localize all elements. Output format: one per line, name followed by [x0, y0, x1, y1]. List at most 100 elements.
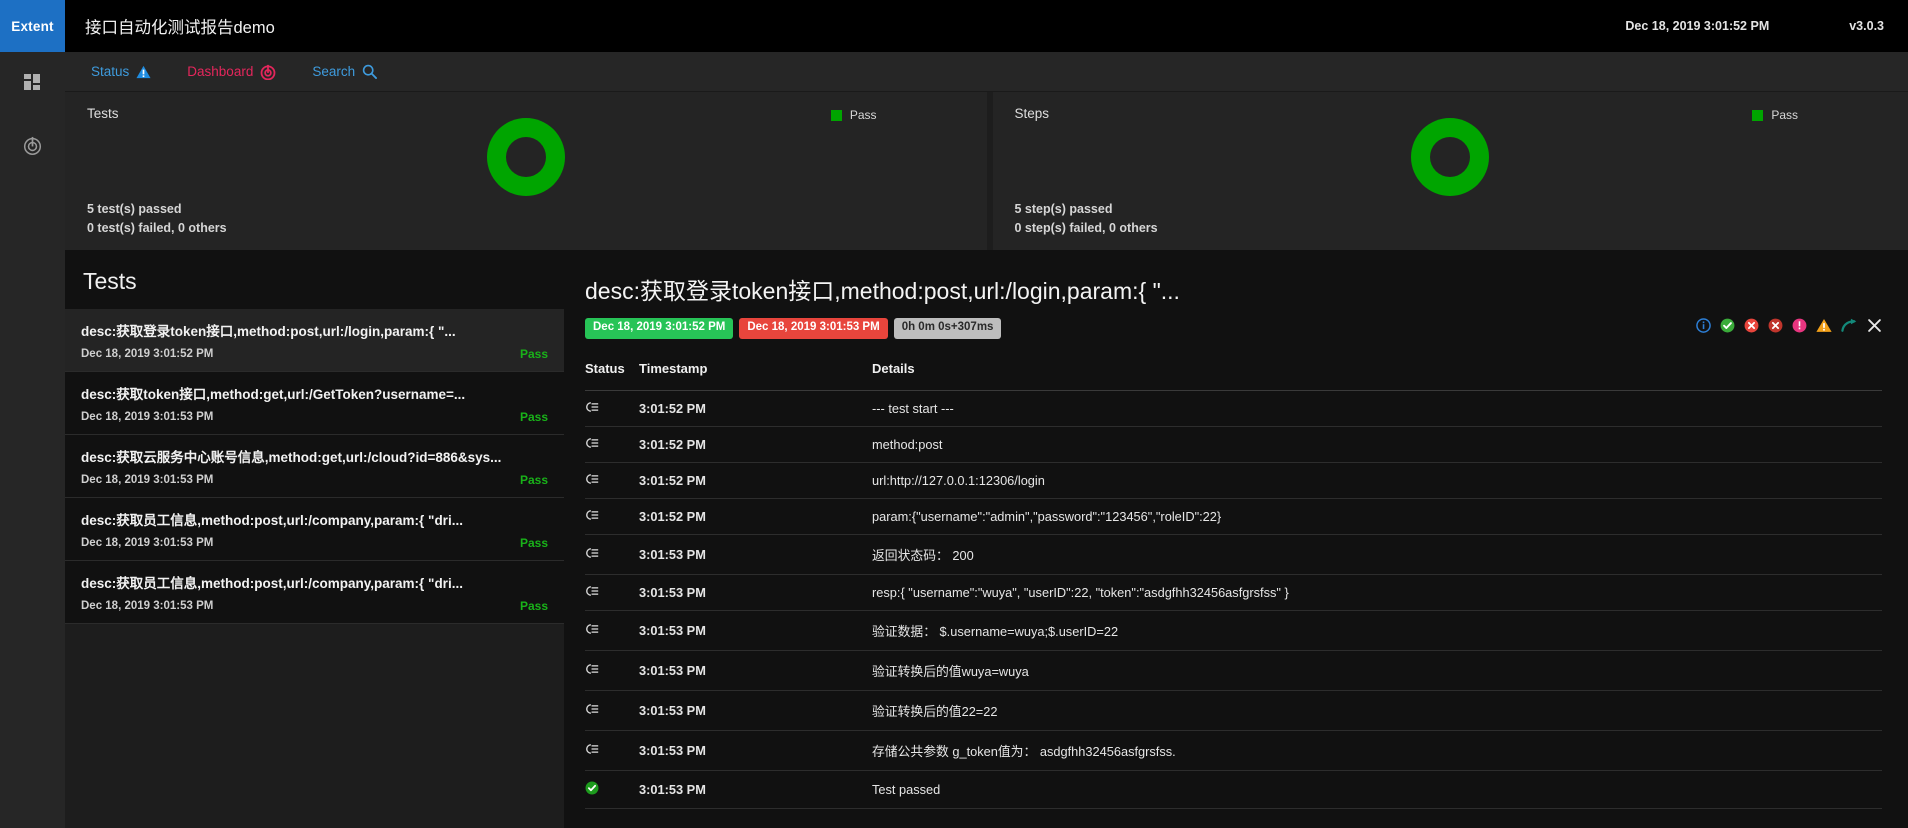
list-item[interactable]: desc:获取登录token接口,method:post,url:/login,…: [65, 309, 564, 372]
log-icon: [585, 437, 637, 452]
log-row-timestamp: 3:01:52 PM: [637, 462, 729, 499]
log-row-status: [585, 610, 637, 651]
log-row-details: 验证数据： $.username=wuya;$.userID=22: [729, 610, 1882, 651]
close-icon[interactable]: [1867, 318, 1882, 338]
card-tests-stats: 5 test(s) passed 0 test(s) failed, 0 oth…: [87, 200, 965, 238]
rail-item-dashboard[interactable]: [0, 52, 65, 114]
log-row: 3:01:52 PM method:post: [585, 426, 1882, 463]
log-row: 3:01:52 PM --- test start ---: [585, 390, 1882, 427]
tests-list-header: Tests: [65, 250, 564, 309]
log-icon: [585, 547, 637, 562]
card-steps-legend: Pass: [1752, 108, 1798, 122]
log-row-details: --- test start ---: [729, 390, 1882, 427]
log-row-status: [585, 574, 637, 611]
log-row: 3:01:53 PM 验证转换后的值22=22: [585, 690, 1882, 731]
summary-cards: Tests Pass 5 test(s) passed 0 test(s) fa…: [65, 92, 1908, 250]
log-icon: [585, 401, 637, 416]
badge-duration: 0h 0m 0s+307ms: [893, 318, 1002, 339]
log-icon: [585, 663, 637, 678]
warning-triangle-icon[interactable]: [1816, 318, 1832, 338]
log-row-timestamp: 3:01:53 PM: [637, 534, 729, 575]
list-item-title: desc:获取token接口,method:get,url:/GetToken?…: [81, 387, 466, 402]
tab-dashboard[interactable]: Dashboard: [187, 64, 276, 80]
log-row-details: url:http://127.0.0.1:12306/login: [729, 462, 1882, 499]
list-item-timestamp: Dec 18, 2019 3:01:52 PM: [81, 348, 214, 360]
log-row-status: [585, 498, 637, 535]
tab-status-label: Status: [91, 63, 130, 79]
fail-circle-icon[interactable]: [1768, 318, 1783, 338]
tests-list[interactable]: desc:获取登录token接口,method:post,url:/login,…: [65, 309, 564, 828]
list-item-timestamp: Dec 18, 2019 3:01:53 PM: [81, 411, 214, 423]
detail-subrow: Dec 18, 2019 3:01:52 PM Dec 18, 2019 3:0…: [585, 318, 1882, 339]
card-steps-stats: 5 step(s) passed 0 step(s) failed, 0 oth…: [1015, 200, 1887, 238]
log-row: 3:01:53 PM 返回状态码： 200: [585, 534, 1882, 575]
log-row: 3:01:53 PM 存储公共参数 g_token值为： asdgfhh32456…: [585, 730, 1882, 771]
nav-bar: Status Dashboard Search: [65, 52, 1908, 92]
target-icon: [23, 136, 42, 155]
log-row-details: 存储公共参数 g_token值为： asdgfhh32456asfgrsfss.: [729, 730, 1882, 771]
brand-logo[interactable]: Extent: [0, 0, 65, 52]
log-row-details: Test passed: [729, 770, 1882, 809]
log-row-details: 验证转换后的值22=22: [729, 690, 1882, 731]
log-row-details: method:post: [729, 426, 1882, 463]
log-icon: [585, 585, 637, 600]
log-icon: [585, 473, 637, 488]
list-item-title: desc:获取云服务中心账号信息,method:get,url:/cloud?i…: [81, 450, 502, 465]
list-item-title: desc:获取登录token接口,method:post,url:/login,…: [81, 324, 456, 339]
pass-icon: [585, 781, 637, 798]
tab-search[interactable]: Search: [312, 63, 378, 79]
list-item-meta: Dec 18, 2019 3:01:53 PM Pass: [81, 473, 548, 487]
rail-item-target[interactable]: [0, 114, 65, 176]
log-row-timestamp: 3:01:52 PM: [637, 426, 729, 463]
log-row-details: param:{"username":"admin","password":"12…: [729, 498, 1882, 535]
list-item-meta: Dec 18, 2019 3:01:53 PM Pass: [81, 536, 548, 550]
list-item-title: desc:获取员工信息,method:post,url:/company,par…: [81, 513, 463, 528]
log-row-status: [585, 534, 637, 575]
tests-failed-text: 0 test(s) failed, 0 others: [87, 221, 227, 235]
card-tests-legend: Pass: [830, 108, 877, 122]
page-title: 接口自动化测试报告demo: [85, 19, 275, 37]
test-detail-pane: desc:获取登录token接口,method:post,url:/login,…: [565, 250, 1908, 828]
log-row-timestamp: 3:01:53 PM: [637, 730, 729, 771]
badge-start-time: Dec 18, 2019 3:01:52 PM: [585, 318, 734, 339]
list-item[interactable]: desc:获取token接口,method:get,url:/GetToken?…: [65, 372, 564, 435]
list-item-meta: Dec 18, 2019 3:01:53 PM Pass: [81, 410, 548, 424]
log-row: 3:01:53 PM resp:{ "username":"wuya", "use…: [585, 574, 1882, 611]
detail-title: desc:获取登录token接口,method:post,url:/login,…: [585, 278, 1180, 304]
list-item-meta: Dec 18, 2019 3:01:52 PM Pass: [81, 347, 548, 361]
tab-search-label: Search: [312, 63, 356, 79]
card-tests: Tests Pass 5 test(s) passed 0 test(s) fa…: [65, 92, 987, 250]
detail-badges: Dec 18, 2019 3:01:52 PM Dec 18, 2019 3:0…: [585, 318, 1002, 339]
legend-label-pass: Pass: [849, 108, 877, 122]
app-root: Extent 接口自动化测试报告demo Dec 18, 2019 3:01:5…: [0, 0, 1908, 828]
log-table-head: Status Timestamp Details: [585, 360, 1882, 391]
legend-swatch-pass: [830, 109, 842, 121]
info-icon[interactable]: [1696, 318, 1711, 338]
error-circle-icon[interactable]: [1744, 318, 1759, 338]
skip-arrow-icon[interactable]: [1841, 318, 1858, 338]
tab-status[interactable]: Status: [91, 65, 151, 79]
list-item-status: Pass: [519, 347, 548, 361]
search-icon: [362, 64, 378, 79]
log-row: 3:01:53 PM Test passed: [585, 770, 1882, 809]
report-timestamp: Dec 18, 2019 3:01:52 PM: [1625, 19, 1770, 33]
exclamation-circle-icon[interactable]: [1792, 318, 1807, 338]
log-row-details: resp:{ "username":"wuya", "userID":22, "…: [729, 574, 1882, 611]
list-item[interactable]: desc:获取云服务中心账号信息,method:get,url:/cloud?i…: [65, 435, 564, 498]
log-row-details: 验证转换后的值wuya=wuya: [729, 650, 1882, 691]
tests-donut-chart: [486, 118, 565, 196]
tab-dashboard-label: Dashboard: [187, 63, 254, 79]
version-label: v3.0.3: [1849, 19, 1884, 33]
log-row-timestamp: 3:01:53 PM: [637, 610, 729, 651]
log-icon: [585, 623, 637, 638]
list-item[interactable]: desc:获取员工信息,method:post,url:/company,par…: [65, 498, 564, 561]
dashboard-target-icon: [260, 64, 276, 80]
content-body: Tests desc:获取登录token接口,method:post,url:/…: [65, 250, 1908, 828]
list-item-status: Pass: [519, 410, 548, 424]
list-item[interactable]: desc:获取员工信息,method:post,url:/company,par…: [65, 561, 564, 624]
log-icon: [585, 743, 637, 758]
log-row-timestamp: 3:01:53 PM: [637, 770, 729, 809]
log-row-timestamp: 3:01:53 PM: [637, 650, 729, 691]
brand-label: Extent: [11, 18, 54, 34]
check-circle-icon[interactable]: [1720, 318, 1735, 338]
